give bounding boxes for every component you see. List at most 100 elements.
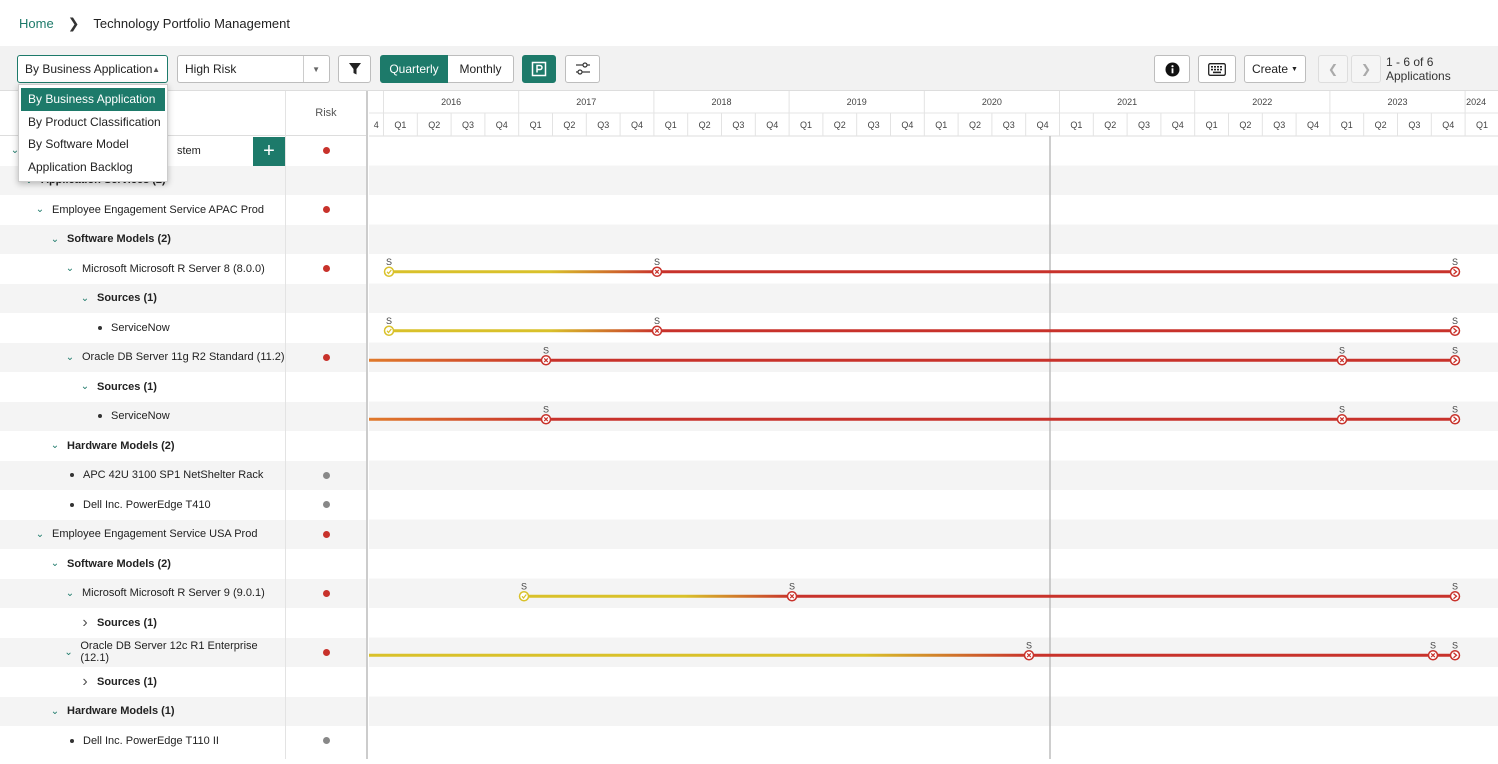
tree-row[interactable]: ⌄ Hardware Models (2) xyxy=(0,431,285,461)
row-stripe xyxy=(369,460,1498,490)
bullet-icon xyxy=(70,738,74,743)
group-by-select[interactable]: By Business Application ▲ xyxy=(17,55,168,83)
arrow-marker-icon xyxy=(1449,325,1461,336)
tree-row[interactable]: › Sources (1) xyxy=(0,608,285,638)
dropdown-option[interactable]: Application Backlog xyxy=(21,156,165,179)
risk-indicator xyxy=(322,737,330,745)
create-label: Create xyxy=(1252,62,1289,76)
filter-icon xyxy=(348,63,361,75)
chevron-down-icon[interactable]: ⌄ xyxy=(78,293,92,304)
chevron-down-icon[interactable]: ⌄ xyxy=(48,706,62,717)
arrow-marker-icon xyxy=(1449,650,1461,661)
breadcrumb-home-link[interactable]: Home xyxy=(19,16,54,31)
risk-indicator xyxy=(322,589,330,597)
risk-cell xyxy=(286,165,366,195)
chevron-down-icon[interactable]: ⌄ xyxy=(63,588,77,599)
quarter-label: Q2 xyxy=(969,120,981,130)
monthly-button[interactable]: Monthly xyxy=(448,55,514,83)
marker-label: S xyxy=(654,257,660,267)
tree-pane: ⌄ stem + ⌄ Application Services (2) ⌄Emp… xyxy=(0,91,285,759)
chevron-down-icon[interactable]: ⌄ xyxy=(48,440,62,451)
risk-cell xyxy=(286,136,366,166)
quarterly-button[interactable]: Quarterly xyxy=(380,55,448,83)
timeline-bar xyxy=(546,417,1455,421)
row-stripe xyxy=(369,342,1498,372)
chevron-down-icon[interactable]: ⌄ xyxy=(33,204,47,215)
chevron-down-icon[interactable]: ⌄ xyxy=(33,529,47,540)
risk-filter-select[interactable]: High Risk ▼ xyxy=(177,55,330,83)
group-by-dropdown-menu: By Business Application By Product Class… xyxy=(18,84,168,182)
row-stripe xyxy=(369,637,1498,667)
caret-down-icon: ▼ xyxy=(1291,65,1298,73)
tree-row[interactable]: ⌄ Sources (1) xyxy=(0,372,285,402)
filter-button[interactable] xyxy=(338,55,371,83)
previous-page-button[interactable]: ❮ xyxy=(1318,55,1348,83)
info-icon xyxy=(1165,62,1179,76)
marker-label: S xyxy=(1452,345,1458,355)
dropdown-option[interactable]: By Software Model xyxy=(21,133,165,156)
year-label: 2016 xyxy=(441,97,461,107)
row-stripe xyxy=(369,165,1498,195)
tree-row-label: stem xyxy=(177,144,201,157)
next-page-button[interactable]: ❯ xyxy=(1351,55,1381,83)
timeline-bar xyxy=(546,358,1455,362)
tree-row[interactable]: › Sources (1) xyxy=(0,667,285,697)
tree-row[interactable]: ServiceNow xyxy=(0,401,285,431)
year-label: 2023 xyxy=(1387,97,1407,107)
chevron-right-icon: ❯ xyxy=(1360,62,1372,76)
tree-row[interactable]: ⌄ Employee Engagement Service USA Prod xyxy=(0,519,285,549)
row-stripe xyxy=(369,696,1498,726)
present-mode-button[interactable] xyxy=(522,55,556,83)
chevron-down-icon[interactable]: ⌄ xyxy=(63,352,77,363)
info-button[interactable] xyxy=(1154,55,1190,83)
tree-row[interactable]: ServiceNow xyxy=(0,313,285,343)
tree-row[interactable]: ⌄ Sources (1) xyxy=(0,283,285,313)
tree-row[interactable]: ⌄ Software Models (2) xyxy=(0,224,285,254)
risk-indicator xyxy=(322,471,330,479)
chevron-right-icon[interactable]: › xyxy=(78,614,92,632)
timeline-bar xyxy=(657,329,1455,333)
quarter-label: Q2 xyxy=(428,120,440,130)
row-stripe xyxy=(369,283,1498,313)
tree-row[interactable]: Dell Inc. PowerEdge T110 II xyxy=(0,726,285,756)
tree-row[interactable]: APC 42U 3100 SP1 NetShelter Rack xyxy=(0,460,285,490)
add-button[interactable]: + xyxy=(253,137,285,166)
tree-row[interactable]: ⌄ Hardware Models (1) xyxy=(0,696,285,726)
tree-row[interactable]: Dell Inc. PowerEdge T410 xyxy=(0,490,285,520)
chevron-down-icon[interactable]: ⌄ xyxy=(62,647,76,658)
risk-column: Risk xyxy=(285,91,368,759)
create-button[interactable]: Create ▼ xyxy=(1244,55,1306,83)
risk-cell xyxy=(286,578,366,608)
settings-sliders-button[interactable] xyxy=(565,55,600,83)
marker-label: S xyxy=(1339,404,1345,414)
risk-cell xyxy=(286,726,366,756)
year-label: 2019 xyxy=(847,97,867,107)
tree-row-label: Sources (1) xyxy=(97,292,157,305)
tree-row[interactable]: ⌄ Software Models (2) xyxy=(0,549,285,579)
risk-cell xyxy=(286,431,366,461)
tree-row[interactable]: ⌄ Microsoft Microsoft R Server 9 (9.0.1) xyxy=(0,578,285,608)
check-marker-icon xyxy=(383,266,395,277)
dropdown-option[interactable]: By Product Classification xyxy=(21,111,165,134)
tree-row[interactable]: ⌄ Employee Engagement Service APAC Prod xyxy=(0,195,285,225)
chevron-down-icon[interactable]: ⌄ xyxy=(63,263,77,274)
chevron-right-icon: ❯ xyxy=(67,14,80,31)
keyboard-shortcuts-button[interactable] xyxy=(1198,55,1236,83)
risk-cell xyxy=(286,460,366,490)
quarter-label: Q4 xyxy=(1307,120,1319,130)
quarter-label: Q2 xyxy=(834,120,846,130)
chevron-down-icon[interactable]: ⌄ xyxy=(78,381,92,392)
dropdown-option[interactable]: By Business Application xyxy=(21,88,165,111)
tree-row-label: Sources (1) xyxy=(97,675,157,688)
tree-row[interactable]: ⌄ Oracle DB Server 12c R1 Enterprise (12.… xyxy=(0,637,285,667)
tree-row[interactable]: ⌄ Oracle DB Server 11g R2 Standard (11.2) xyxy=(0,342,285,372)
timeline-bar xyxy=(389,270,657,274)
risk-cell xyxy=(286,549,366,579)
toolbar: By Business Application ▲ High Risk ▼ Qu… xyxy=(0,46,1498,91)
chevron-right-icon[interactable]: › xyxy=(78,673,92,691)
bullet-icon xyxy=(98,414,102,419)
risk-indicator xyxy=(322,353,330,361)
chevron-down-icon[interactable]: ⌄ xyxy=(48,234,62,245)
chevron-down-icon[interactable]: ⌄ xyxy=(48,558,62,569)
tree-row[interactable]: ⌄ Microsoft Microsoft R Server 8 (8.0.0) xyxy=(0,254,285,284)
